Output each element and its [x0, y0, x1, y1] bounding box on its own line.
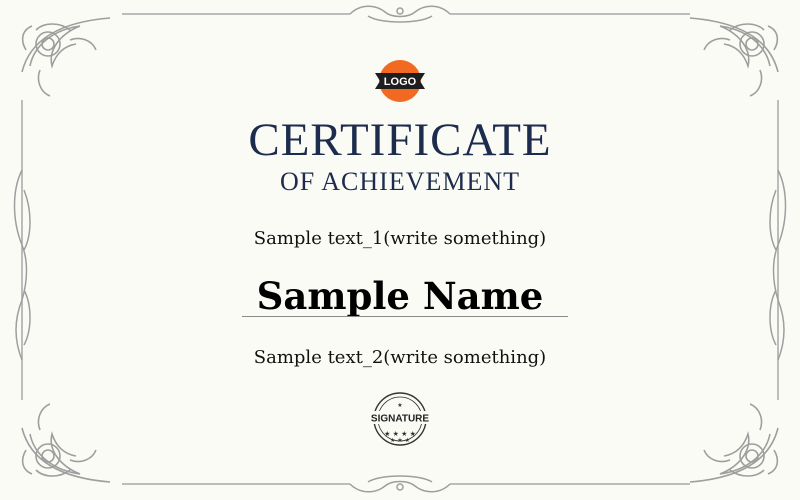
sample-text-1: Sample text_1(write something) — [253, 228, 547, 249]
svg-text:★ ★ ★: ★ ★ ★ — [390, 437, 410, 444]
name-underline — [242, 316, 568, 317]
logo-badge: LOGO — [375, 60, 425, 102]
certificate-title: CERTIFICATE — [248, 114, 552, 166]
signature-seal: SIGNATURE ★ ★ ★ ★ ★ ★ ★ ★ — [368, 392, 432, 446]
logo-text: LOGO — [384, 76, 417, 88]
svg-text:★: ★ — [397, 402, 402, 409]
certificate-page: LOGO CERTIFICATE OF ACHIEVEMENT Sample t… — [0, 0, 800, 500]
sample-text-2: Sample text_2(write something) — [253, 347, 547, 368]
certificate-subtitle: OF ACHIEVEMENT — [279, 167, 521, 196]
recipient-name: Sample Name — [256, 274, 544, 318]
seal-text: SIGNATURE — [371, 414, 429, 425]
